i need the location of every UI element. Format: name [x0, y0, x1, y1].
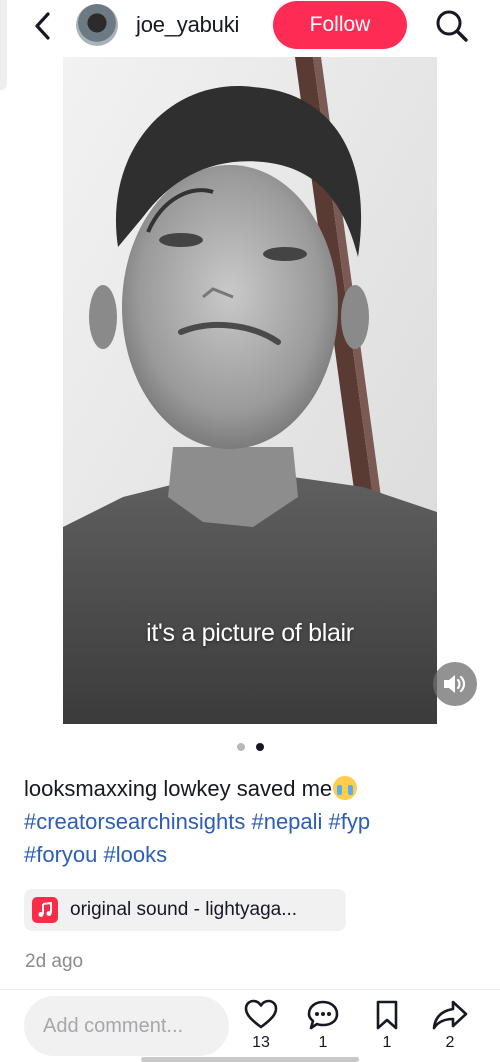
heart-icon: [244, 999, 278, 1029]
share-button[interactable]: 2: [426, 999, 474, 1059]
crying-face-emoji: [333, 776, 358, 800]
like-button[interactable]: 13: [237, 999, 285, 1059]
music-note-icon: [32, 897, 58, 923]
overlay-caption: it's a picture of blair: [146, 619, 354, 647]
comment-count: 1: [318, 1034, 328, 1051]
username[interactable]: joe_yabuki: [136, 12, 239, 38]
slide-dot[interactable]: [236, 743, 245, 751]
bookmark-icon: [376, 1000, 398, 1030]
slide-indicator: [0, 743, 500, 751]
speaker-icon: [444, 675, 466, 693]
post-timestamp: 2d ago: [25, 951, 84, 972]
avatar[interactable]: [76, 4, 118, 46]
back-button[interactable]: [26, 8, 58, 44]
sound-link[interactable]: original sound - lightyaga...: [24, 889, 346, 931]
comment-button[interactable]: 1: [299, 999, 347, 1059]
hashtag[interactable]: #looks: [104, 842, 168, 867]
hashtag[interactable]: #nepali: [251, 809, 322, 834]
home-indicator: [141, 1057, 359, 1062]
follow-button[interactable]: Follow: [273, 1, 407, 49]
hashtag[interactable]: #creatorsearchinsights: [24, 809, 245, 834]
hashtag[interactable]: #foryou: [24, 842, 97, 867]
post-description: looksmaxxing lowkey saved me #creatorsea…: [24, 772, 479, 871]
save-button[interactable]: 1: [363, 999, 411, 1059]
sound-title: original sound - lightyaga...: [70, 899, 298, 920]
search-button[interactable]: [432, 6, 472, 46]
slide-dot-active[interactable]: [255, 743, 264, 751]
divider: [0, 989, 500, 990]
like-count: 13: [252, 1034, 270, 1051]
share-count: 2: [445, 1034, 455, 1051]
mute-toggle-button[interactable]: [433, 662, 477, 706]
search-icon: [436, 10, 468, 42]
hashtag[interactable]: #fyp: [329, 809, 371, 834]
comment-icon: [307, 1000, 339, 1030]
post-header: joe_yabuki Follow: [0, 0, 500, 52]
description-text: looksmaxxing lowkey saved me: [24, 776, 333, 801]
post-image[interactable]: it's a picture of blair: [63, 57, 437, 724]
comment-input[interactable]: [24, 996, 229, 1056]
save-count: 1: [382, 1034, 392, 1051]
share-arrow-icon: [432, 1000, 468, 1030]
chevron-left-icon: [35, 12, 50, 40]
